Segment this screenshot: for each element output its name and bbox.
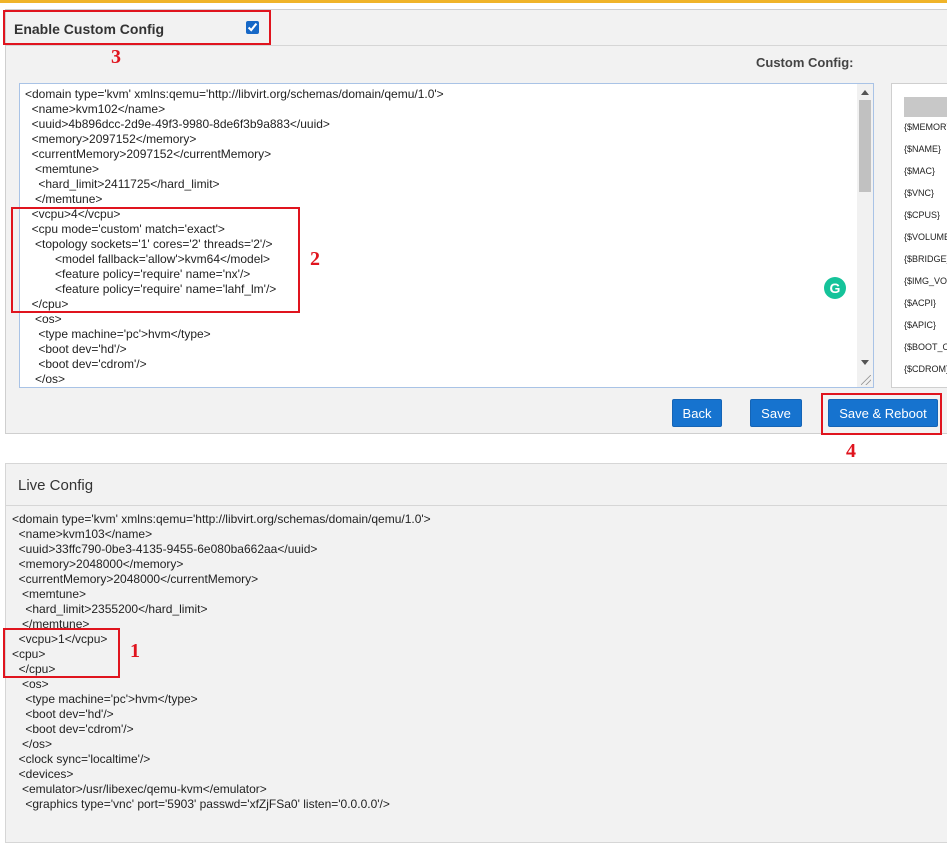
annotation-box-4 xyxy=(821,393,942,435)
custom-config-code-line: <type machine='pc'>hvm</type> xyxy=(25,327,211,341)
live-config-code-line: <type machine='pc'>hvm</type> xyxy=(12,692,198,706)
scroll-up-arrow-icon[interactable] xyxy=(861,90,869,95)
custom-config-code-line: <name>kvm102</name> xyxy=(25,102,166,116)
annotation-box-3 xyxy=(3,10,271,45)
scroll-down-arrow-icon[interactable] xyxy=(861,360,869,365)
scroll-thumb[interactable] xyxy=(859,100,871,192)
live-config-code-line: <uuid>33ffc790-0be3-4135-9455-6e080ba662… xyxy=(12,542,318,556)
variable-item[interactable]: {$MEMORY} xyxy=(904,122,947,132)
custom-config-code-line: <domain type='kvm' xmlns:qemu='http://li… xyxy=(25,87,444,101)
live-config-code-line: <memory>2048000</memory> xyxy=(12,557,184,571)
variable-item[interactable]: {$APIC} xyxy=(904,320,936,330)
annotation-number-2: 2 xyxy=(310,248,320,270)
variable-item[interactable]: {$VNC} xyxy=(904,188,934,198)
custom-config-code-line: </os> xyxy=(25,372,66,386)
live-config-panel: Live Config <domain type='kvm' xmlns:qem… xyxy=(5,463,947,843)
custom-config-code-line: </memtune> xyxy=(25,192,103,206)
live-config-code-line: <memtune> xyxy=(12,587,87,601)
variable-item[interactable]: {$ACPI} xyxy=(904,298,936,308)
live-config-header: Live Config xyxy=(6,464,947,506)
annotation-number-4: 4 xyxy=(846,440,856,462)
variable-item[interactable]: {$BOOT_ORDER} xyxy=(904,342,947,352)
annotation-box-2 xyxy=(11,207,300,313)
resize-grip-icon[interactable] xyxy=(861,375,871,385)
back-button[interactable]: Back xyxy=(672,399,722,427)
top-accent-bar xyxy=(0,0,947,3)
variable-item[interactable]: {$CDROM} xyxy=(904,364,947,374)
variables-header-bar xyxy=(904,97,947,117)
live-config-code-line: <currentMemory>2048000</currentMemory> xyxy=(12,572,259,586)
annotation-number-1: 1 xyxy=(130,640,140,662)
live-config-title: Live Config xyxy=(18,477,94,494)
custom-config-code-line: <currentMemory>2097152</currentMemory> xyxy=(25,147,272,161)
custom-config-code-line: <boot dev='cdrom'/> xyxy=(25,357,147,371)
custom-config-code-line: <uuid>4b896dcc-2d9e-49f3-9980-8de6f3b9a8… xyxy=(25,117,330,131)
live-config-code-line: <name>kvm103</name> xyxy=(12,527,153,541)
live-config-code-line: <hard_limit>2355200</hard_limit> xyxy=(12,602,208,616)
custom-config-code-line: <os> xyxy=(25,312,62,326)
custom-config-code-line: <memtune> xyxy=(25,162,100,176)
live-config-code-line: <devices> xyxy=(12,767,74,781)
custom-config-code-line: <hard_limit>2411725</hard_limit> xyxy=(25,177,220,191)
grammarly-icon[interactable]: G xyxy=(824,277,846,299)
live-config-code-line: </os> xyxy=(12,737,53,751)
custom-config-label: Custom Config: xyxy=(756,55,854,70)
variable-item[interactable]: {$VOLUME} xyxy=(904,232,947,242)
save-button[interactable]: Save xyxy=(750,399,802,427)
custom-config-code-line: <boot dev='hd'/> xyxy=(25,342,127,356)
annotation-box-1 xyxy=(3,628,120,678)
live-config-code-line: <graphics type='vnc' port='5903' passwd=… xyxy=(12,797,390,811)
annotation-number-3: 3 xyxy=(111,46,121,68)
variable-item[interactable]: {$BRIDGE} xyxy=(904,254,947,264)
variable-item[interactable]: {$NAME} xyxy=(904,144,941,154)
variable-item[interactable]: {$MAC} xyxy=(904,166,935,176)
live-config-code-line: <boot dev='cdrom'/> xyxy=(12,722,134,736)
custom-config-code-line: <memory>2097152</memory> xyxy=(25,132,197,146)
variable-item[interactable]: {$IMG_VOL} xyxy=(904,276,947,286)
variables-panel: {$MEMORY} {$NAME} {$MAC} {$VNC} {$CPUS} {$VOL… xyxy=(891,83,947,388)
live-config-code-line: <os> xyxy=(12,677,49,691)
live-config-code-line: <boot dev='hd'/> xyxy=(12,707,114,721)
live-config-code-line: <domain type='kvm' xmlns:qemu='http://li… xyxy=(12,512,431,526)
live-config-code-line: <emulator>/usr/libexec/qemu-kvm</emulato… xyxy=(12,782,267,796)
live-config-code-line: <clock sync='localtime'/> xyxy=(12,752,151,766)
variable-item[interactable]: {$CPUS} xyxy=(904,210,940,220)
editor-scrollbar[interactable] xyxy=(857,84,873,387)
